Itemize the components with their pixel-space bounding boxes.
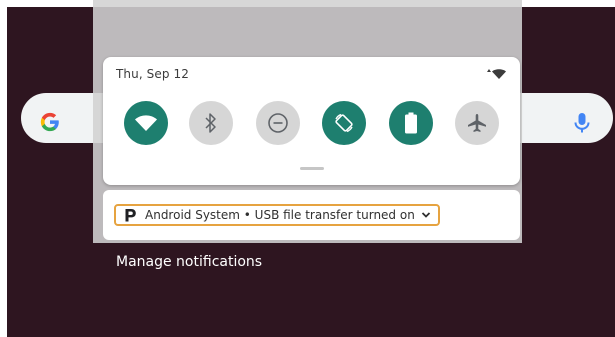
- wifi-signal-icon: [487, 69, 506, 79]
- android-system-p-icon: [125, 209, 136, 222]
- notification-item[interactable]: Android System • USB file transfer turne…: [114, 204, 440, 226]
- date-label: Thu, Sep 12: [116, 67, 189, 81]
- notification-card[interactable]: Android System • USB file transfer turne…: [103, 190, 520, 240]
- tile-bluetooth[interactable]: [189, 101, 233, 145]
- expand-handle[interactable]: [300, 167, 324, 170]
- manage-notifications-link[interactable]: Manage notifications: [116, 254, 262, 270]
- google-g-icon[interactable]: [39, 111, 61, 133]
- battery-icon: [405, 112, 417, 134]
- notification-text: Android System • USB file transfer turne…: [145, 208, 415, 222]
- airplane-icon: [468, 114, 486, 132]
- tile-wifi[interactable]: [124, 101, 168, 145]
- microphone-icon[interactable]: [572, 112, 592, 134]
- wifi-icon: [135, 115, 157, 131]
- auto-rotate-icon: [335, 113, 353, 133]
- tile-battery-saver[interactable]: [389, 101, 433, 145]
- bluetooth-icon: [205, 113, 216, 133]
- chevron-down-icon[interactable]: [421, 211, 431, 219]
- quick-settings-panel: Thu, Sep 12: [103, 57, 520, 185]
- quick-settings-tiles: [122, 101, 502, 149]
- tile-do-not-disturb[interactable]: [256, 101, 300, 145]
- tile-airplane-mode[interactable]: [455, 101, 499, 145]
- tile-auto-rotate[interactable]: [322, 101, 366, 145]
- do-not-disturb-icon: [268, 113, 288, 133]
